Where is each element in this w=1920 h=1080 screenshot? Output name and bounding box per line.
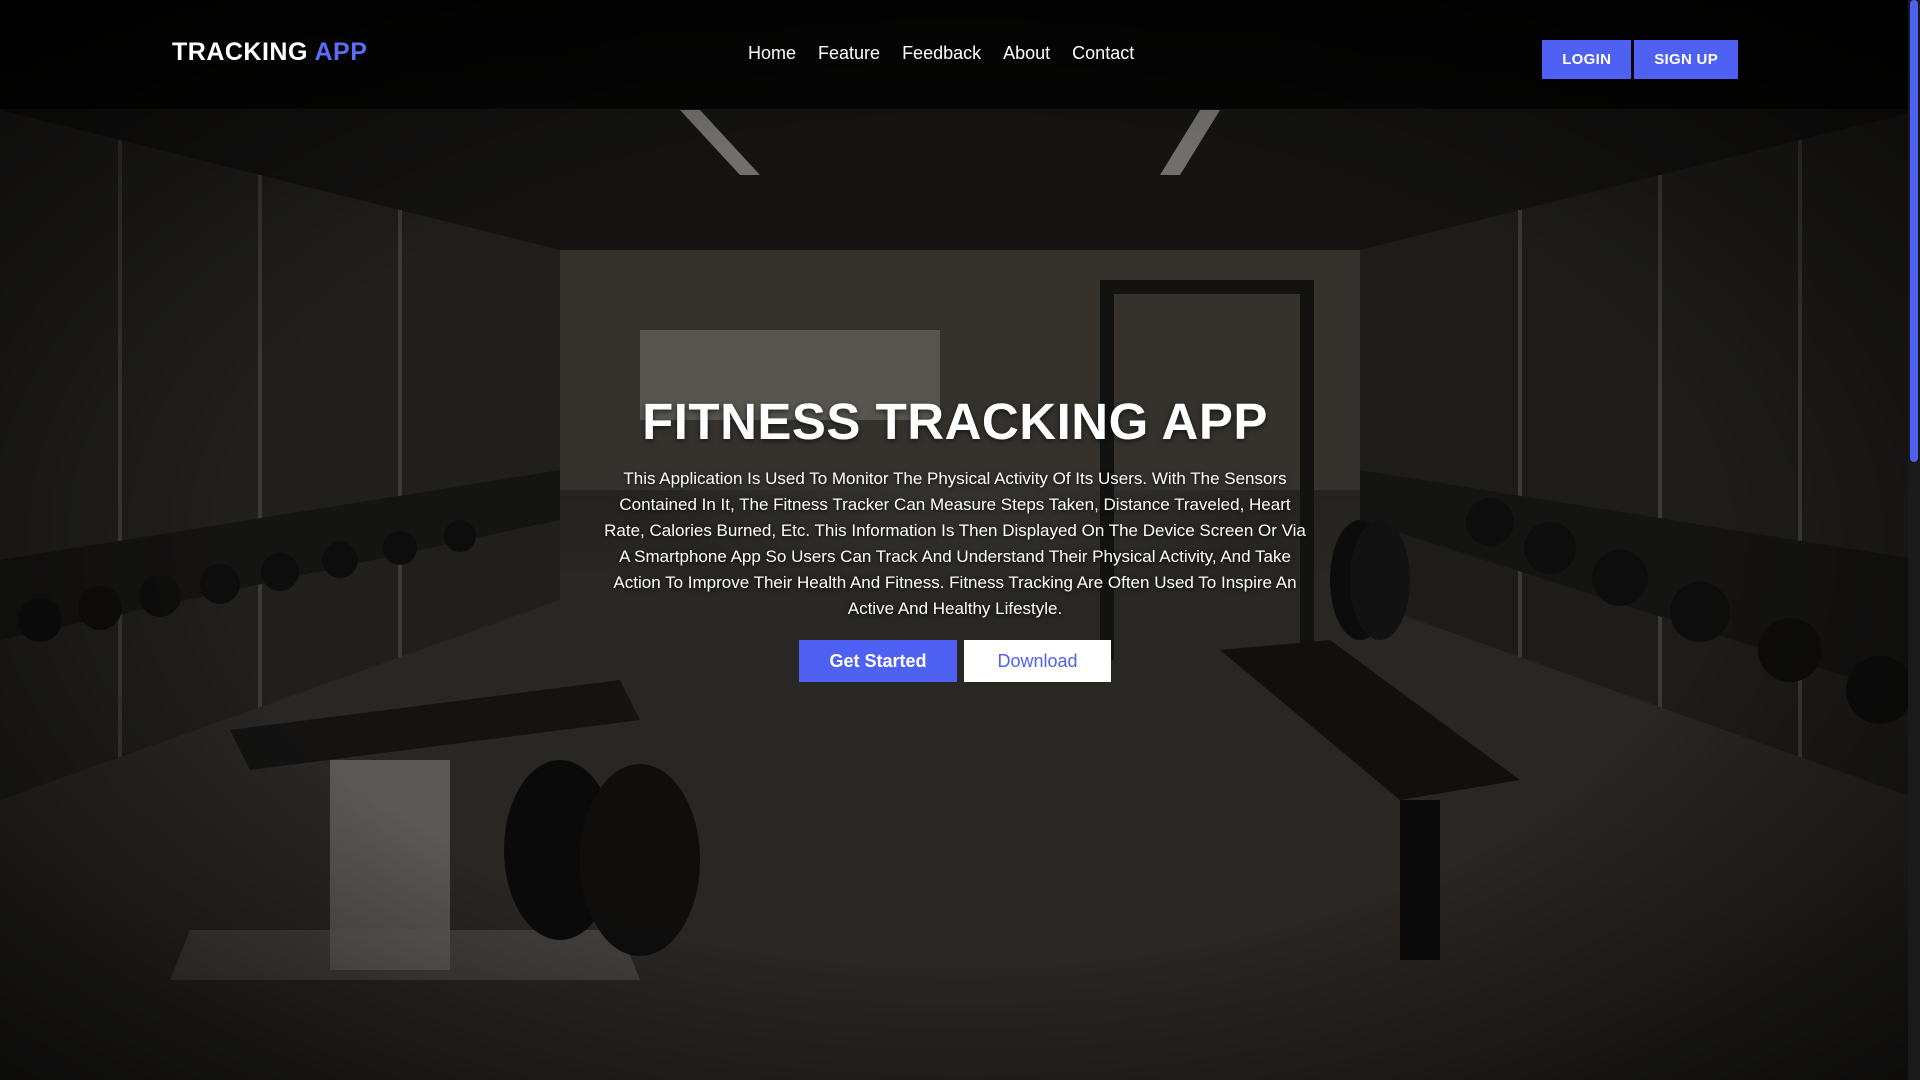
download-button[interactable]: Download — [964, 640, 1111, 682]
nav-link-about[interactable]: About — [1003, 43, 1050, 64]
site-header: TRACKING APP Home Feature Feedback About… — [0, 0, 1908, 109]
page-scrollbar[interactable] — [1908, 0, 1920, 1080]
scrollbar-thumb[interactable] — [1910, 0, 1918, 462]
main-nav: Home Feature Feedback About Contact — [748, 43, 1134, 64]
landing-page: TRACKING APP Home Feature Feedback About… — [0, 0, 1920, 1080]
nav-link-feature[interactable]: Feature — [818, 43, 880, 64]
logo-main-text: TRACKING — [172, 38, 308, 66]
login-button[interactable]: LOGIN — [1542, 40, 1632, 79]
auth-buttons: LOGIN SIGN UP — [1542, 40, 1738, 79]
logo-accent-text: APP — [314, 38, 368, 66]
hero-title: FITNESS TRACKING APP — [642, 393, 1268, 450]
nav-link-home[interactable]: Home — [748, 43, 796, 64]
hero-actions: Get Started Download — [560, 640, 1350, 682]
hero-section: FITNESS TRACKING APP This Application Is… — [560, 392, 1350, 682]
signup-button[interactable]: SIGN UP — [1634, 40, 1738, 79]
site-logo[interactable]: TRACKING APP — [172, 38, 367, 67]
nav-link-contact[interactable]: Contact — [1072, 43, 1134, 64]
nav-link-feedback[interactable]: Feedback — [902, 43, 981, 64]
hero-description: This Application Is Used To Monitor The … — [604, 469, 1306, 618]
get-started-button[interactable]: Get Started — [799, 640, 957, 682]
